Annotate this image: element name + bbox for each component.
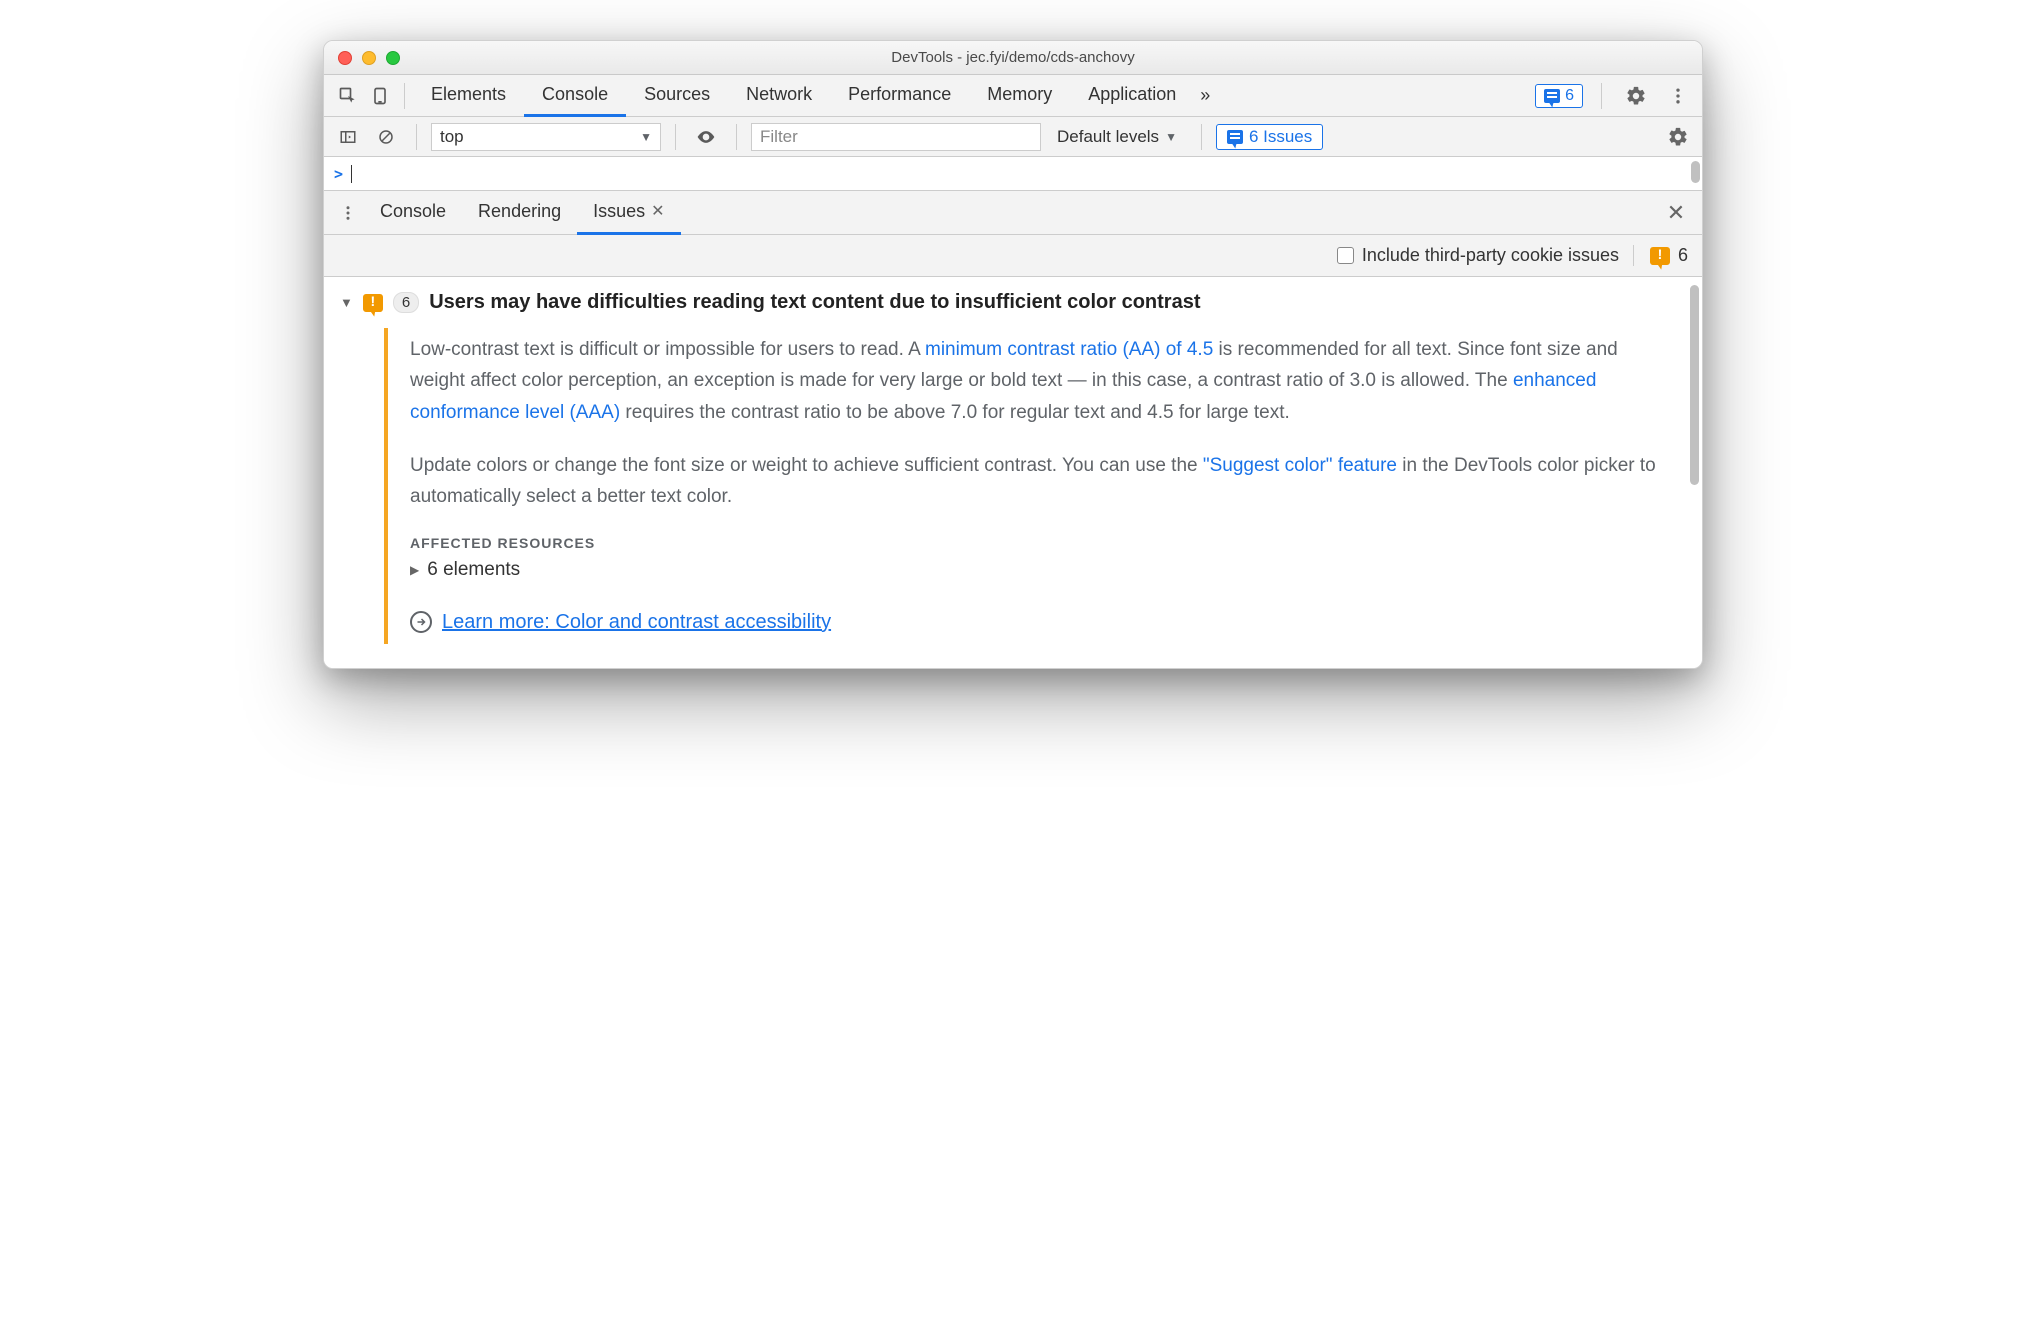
issues-total-count: ! 6 <box>1633 245 1688 266</box>
tab-console[interactable]: Console <box>524 75 626 117</box>
console-sidebar-toggle-icon[interactable] <box>332 121 364 153</box>
main-tabs-row: Elements Console Sources Network Perform… <box>324 75 1702 117</box>
warning-icon: ! <box>1650 247 1670 265</box>
tab-elements[interactable]: Elements <box>413 75 524 117</box>
text-cursor <box>351 165 352 183</box>
third-party-label: Include third-party cookie issues <box>1362 245 1619 266</box>
link-suggest-color[interactable]: "Suggest color" feature <box>1203 455 1397 476</box>
maximize-window-button[interactable] <box>386 51 400 65</box>
divider <box>736 124 737 150</box>
issue-paragraph-1: Low-contrast text is difficult or imposs… <box>410 334 1666 428</box>
issues-badge-count: 6 <box>1565 87 1574 105</box>
affected-resources-label: AFFECTED RESOURCES <box>410 535 1666 551</box>
console-settings-gear-icon[interactable] <box>1662 121 1694 153</box>
console-prompt-chevron: > <box>334 165 343 183</box>
console-input-area[interactable]: > <box>324 157 1702 191</box>
tab-performance[interactable]: Performance <box>830 75 969 117</box>
issues-pill-label: 6 Issues <box>1249 127 1312 147</box>
filter-placeholder: Filter <box>760 127 798 147</box>
divider <box>416 124 417 150</box>
expand-triangle-icon[interactable]: ▶ <box>410 563 419 577</box>
issue-paragraph-2: Update colors or change the font size or… <box>410 450 1666 513</box>
scrollbar-thumb[interactable] <box>1691 161 1700 183</box>
tab-sources[interactable]: Sources <box>626 75 728 117</box>
inspect-element-icon[interactable] <box>332 80 364 112</box>
issue-header-row[interactable]: ▼ ! 6 Users may have difficulties readin… <box>340 291 1686 314</box>
window-controls <box>324 51 400 65</box>
drawer-tab-rendering[interactable]: Rendering <box>462 191 577 235</box>
warning-icon: ! <box>363 294 383 312</box>
learn-more-row: Learn more: Color and contrast accessibi… <box>410 611 1666 634</box>
issue-count-pill: 6 <box>393 292 419 313</box>
affected-elements-row[interactable]: ▶ 6 elements <box>410 559 1666 581</box>
scrollbar-thumb[interactable] <box>1690 285 1699 485</box>
console-toolbar: top ▼ Filter Default levels ▼ 6 Issues <box>324 117 1702 157</box>
drawer-tabs-row: Console Rendering Issues ✕ ✕ <box>324 191 1702 235</box>
context-value: top <box>440 127 464 147</box>
issue-title: Users may have difficulties reading text… <box>429 291 1200 314</box>
affected-elements-text: 6 elements <box>427 559 520 581</box>
external-link-icon <box>410 611 432 633</box>
drawer-tab-label: Issues <box>593 201 645 222</box>
divider <box>675 124 676 150</box>
third-party-checkbox-row[interactable]: Include third-party cookie issues <box>1337 245 1619 266</box>
device-toolbar-icon[interactable] <box>364 80 396 112</box>
tab-network[interactable]: Network <box>728 75 830 117</box>
divider <box>404 83 405 109</box>
execution-context-select[interactable]: top ▼ <box>431 123 661 151</box>
link-min-contrast[interactable]: minimum contrast ratio (AA) of 4.5 <box>925 339 1213 360</box>
chevron-down-icon: ▼ <box>1165 130 1177 144</box>
issues-panel: ▼ ! 6 Users may have difficulties readin… <box>324 277 1702 668</box>
drawer-tab-console[interactable]: Console <box>364 191 462 235</box>
console-filter-input[interactable]: Filter <box>751 123 1041 151</box>
window-title: DevTools - jec.fyi/demo/cds-anchovy <box>324 49 1702 66</box>
more-tabs-chevron-icon[interactable]: » <box>1194 85 1216 106</box>
chevron-down-icon: ▼ <box>640 130 652 144</box>
minimize-window-button[interactable] <box>362 51 376 65</box>
divider <box>1201 124 1202 150</box>
issues-total-number: 6 <box>1678 245 1688 266</box>
close-window-button[interactable] <box>338 51 352 65</box>
log-levels-select[interactable]: Default levels ▼ <box>1047 127 1187 147</box>
clear-console-icon[interactable] <box>370 121 402 153</box>
expand-triangle-icon[interactable]: ▼ <box>340 295 353 310</box>
settings-gear-icon[interactable] <box>1620 80 1652 112</box>
drawer-tab-issues[interactable]: Issues ✕ <box>577 191 680 235</box>
live-expression-eye-icon[interactable] <box>690 121 722 153</box>
levels-label: Default levels <box>1057 127 1159 147</box>
tab-memory[interactable]: Memory <box>969 75 1070 117</box>
devtools-window: DevTools - jec.fyi/demo/cds-anchovy Elem… <box>323 40 1703 669</box>
message-icon <box>1227 130 1243 144</box>
issue-details: Low-contrast text is difficult or imposs… <box>384 328 1686 644</box>
issues-link-pill[interactable]: 6 Issues <box>1216 124 1323 150</box>
kebab-menu-icon[interactable] <box>1662 80 1694 112</box>
message-icon <box>1544 89 1560 103</box>
learn-more-link[interactable]: Learn more: Color and contrast accessibi… <box>442 611 831 634</box>
drawer-kebab-icon[interactable] <box>332 197 364 229</box>
close-tab-icon[interactable]: ✕ <box>651 201 664 221</box>
issues-count-badge[interactable]: 6 <box>1535 84 1583 108</box>
tab-application[interactable]: Application <box>1070 75 1194 117</box>
divider <box>1601 83 1602 109</box>
issues-filter-bar: Include third-party cookie issues ! 6 <box>324 235 1702 277</box>
checkbox-unchecked-icon[interactable] <box>1337 247 1354 264</box>
titlebar: DevTools - jec.fyi/demo/cds-anchovy <box>324 41 1702 75</box>
close-drawer-icon[interactable]: ✕ <box>1658 200 1694 226</box>
